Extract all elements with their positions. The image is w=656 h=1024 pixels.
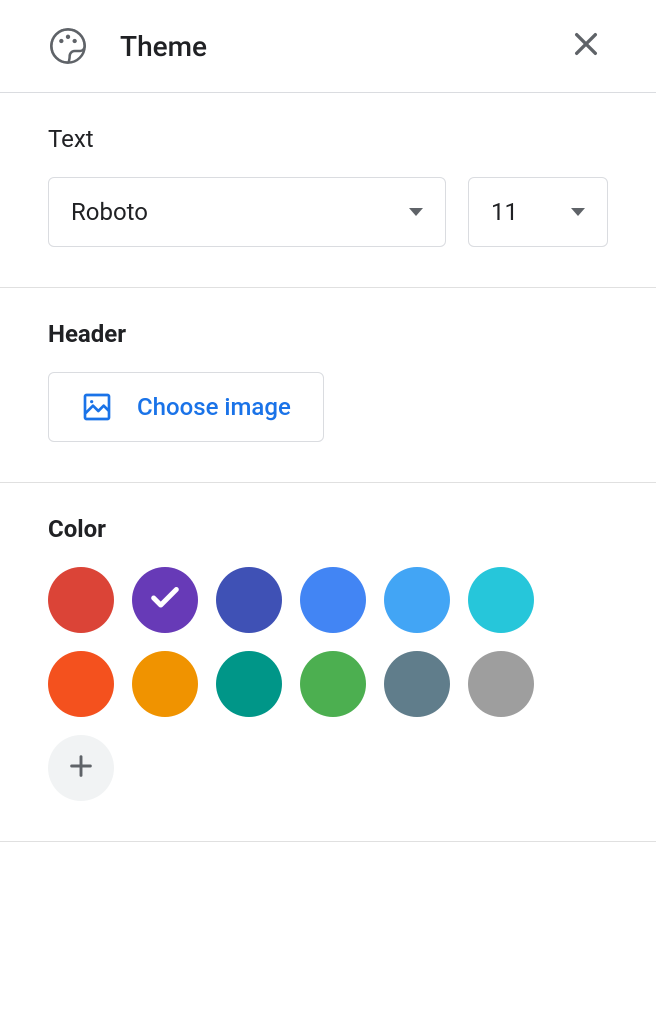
chevron-down-icon [409,208,423,216]
color-swatch-0[interactable] [48,567,114,633]
header-section: Header Choose image [0,288,656,483]
image-icon [81,391,113,423]
close-button[interactable] [564,24,608,68]
color-swatch-8[interactable] [216,651,282,717]
panel-title: Theme [120,30,564,63]
add-custom-color-button[interactable] [48,735,114,801]
color-swatch-7[interactable] [132,651,198,717]
color-swatch-1[interactable] [132,567,198,633]
palette-icon [48,26,88,66]
color-swatch-2[interactable] [216,567,282,633]
color-swatch-3[interactable] [300,567,366,633]
check-icon [148,581,182,619]
text-controls-row: Roboto 11 [48,177,608,247]
font-dropdown-value: Roboto [71,198,148,226]
color-swatch-6[interactable] [48,651,114,717]
color-section: Color [0,483,656,842]
chevron-down-icon [571,208,585,216]
text-section: Text Roboto 11 [0,93,656,288]
font-size-value: 11 [491,198,518,226]
color-swatch-11[interactable] [468,651,534,717]
header-section-label: Header [48,320,608,348]
color-swatch-9[interactable] [300,651,366,717]
color-swatch-5[interactable] [468,567,534,633]
color-section-label: Color [48,515,608,543]
choose-image-label: Choose image [137,393,291,421]
choose-image-button[interactable]: Choose image [48,372,324,442]
text-section-label: Text [48,125,608,153]
plus-icon [67,752,95,784]
color-grid [48,567,558,801]
color-swatch-10[interactable] [384,651,450,717]
color-swatch-4[interactable] [384,567,450,633]
font-size-dropdown[interactable]: 11 [468,177,608,247]
panel-header: Theme [0,0,656,93]
close-icon [570,28,602,64]
font-dropdown[interactable]: Roboto [48,177,446,247]
